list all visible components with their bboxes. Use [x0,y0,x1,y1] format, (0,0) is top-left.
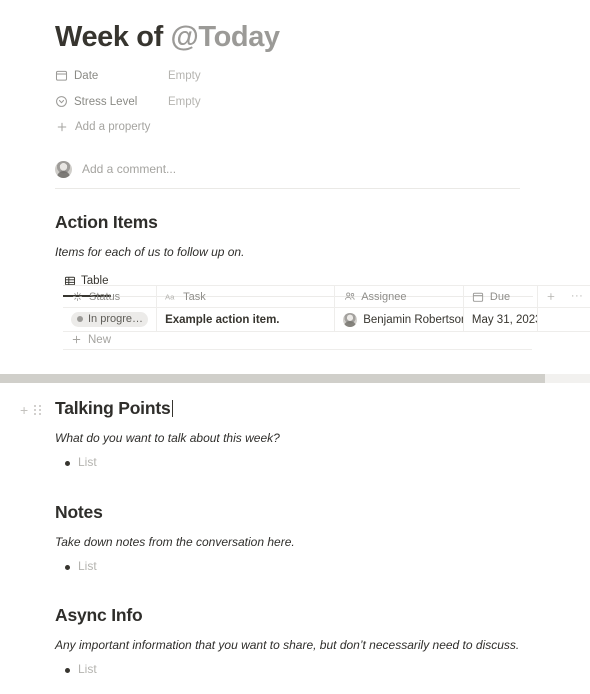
property-value-stress-level[interactable]: Empty [168,96,201,108]
notes-heading[interactable]: Notes [55,502,575,523]
cell-status[interactable]: In progre… [63,308,158,331]
cell-spacer-1 [538,308,564,331]
today-mention[interactable]: @Today [171,21,281,53]
cell-task[interactable]: Example action item. [157,308,336,331]
property-name-stress-level: Stress Level [74,95,138,108]
column-header-assignee[interactable]: Assignee [335,286,464,307]
notes-list-placeholder: List [78,559,97,574]
cell-spacer-2 [564,308,590,331]
talking-points-description[interactable]: What do you want to talk about this week… [55,430,575,446]
action-items-heading[interactable]: Action Items [55,212,555,233]
calendar-icon [55,69,68,82]
notes-list-item[interactable]: List [55,559,575,573]
add-block-icon[interactable]: + [20,403,28,417]
scrollbar-thumb[interactable] [0,374,545,383]
property-label-date[interactable]: Date [55,69,168,82]
status-badge[interactable]: In progre… [71,312,149,327]
property-row-date[interactable]: Date Empty [55,66,515,85]
plus-icon [72,335,81,344]
column-header-assignee-label: Assignee [361,290,407,303]
avatar [55,160,72,178]
column-header-task-label: Task [183,290,206,303]
table-header: Status Aa Task Assignee Due ··· [63,285,590,308]
async-info-list-placeholder: List [78,662,97,677]
block-talking-points: + Talking Points What do you want to tal… [20,398,575,469]
cell-due[interactable]: May 31, 2023 [464,308,539,331]
table-bottom-border [63,349,532,350]
property-label-stress-level[interactable]: Stress Level [55,95,168,108]
ellipsis-icon: ··· [570,290,584,302]
block-controls: + [20,403,43,417]
text-cursor [171,400,173,417]
async-info-heading[interactable]: Async Info [55,605,575,626]
page-title-text: Week of [55,21,171,53]
comment-input[interactable]: Add a comment... [82,162,176,176]
table-row[interactable]: In progre… Example action item. Benjamin… [63,308,590,332]
bullet-icon [65,461,70,467]
text-icon: Aa [165,290,178,303]
property-name-date: Date [74,69,99,82]
property-value-date[interactable]: Empty [168,70,201,82]
column-header-status[interactable]: Status [63,286,158,307]
page-title[interactable]: Week of @Today [55,20,280,55]
table-options-button[interactable]: ··· [564,286,590,307]
plus-icon [55,121,68,134]
calendar-icon [472,290,485,303]
table-new-row-label: New [88,333,112,346]
horizontal-scrollbar[interactable] [0,374,590,383]
action-items-description[interactable]: Items for each of us to follow up on. [55,244,555,260]
talking-points-heading-text: Talking Points [55,398,171,418]
person-icon [343,290,356,303]
column-header-due[interactable]: Due [464,286,539,307]
select-icon [55,95,68,108]
talking-points-list-item[interactable]: List [55,455,575,469]
column-header-due-label: Due [489,290,511,303]
property-row-stress-level[interactable]: Stress Level Empty [55,92,515,111]
block-async-info: Async Info Any important information tha… [55,605,575,676]
talking-points-list-placeholder: List [78,455,97,470]
status-icon [71,290,84,303]
svg-text:Aa: Aa [165,292,175,301]
status-dot-icon [77,316,83,322]
add-property-button[interactable]: Add a property [55,118,515,136]
status-badge-label: In progre… [88,313,144,325]
add-column-button[interactable] [538,286,564,307]
comment-row[interactable]: Add a comment... [55,158,520,180]
comment-divider [55,188,520,189]
async-info-list-item[interactable]: List [55,662,575,676]
async-info-description[interactable]: Any important information that you want … [55,637,575,653]
cell-assignee-label: Benjamin Robertson [363,313,464,326]
bullet-icon [65,565,70,571]
action-items-table: Status Aa Task Assignee Due ··· In progr… [63,285,590,332]
cell-assignee[interactable]: Benjamin Robertson [335,308,464,331]
table-new-row-button[interactable]: New [63,331,590,348]
page-properties: Date Empty Stress Level Empty Add a prop… [55,66,515,136]
drag-handle-icon[interactable] [34,404,43,417]
add-property-label: Add a property [75,121,151,133]
column-header-task[interactable]: Aa Task [157,286,336,307]
table-header-row: Status Aa Task Assignee Due ··· [63,286,590,307]
notes-description[interactable]: Take down notes from the conversation he… [55,534,575,550]
notion-page: Week of @Today Date Empty Stress Level E… [0,0,590,694]
column-header-status-label: Status [89,290,121,303]
table-body: In progre… Example action item. Benjamin… [63,308,590,332]
bullet-icon [65,668,70,674]
assignee-avatar [343,312,358,327]
talking-points-heading[interactable]: Talking Points [55,398,575,419]
block-notes: Notes Take down notes from the conversat… [55,502,575,573]
